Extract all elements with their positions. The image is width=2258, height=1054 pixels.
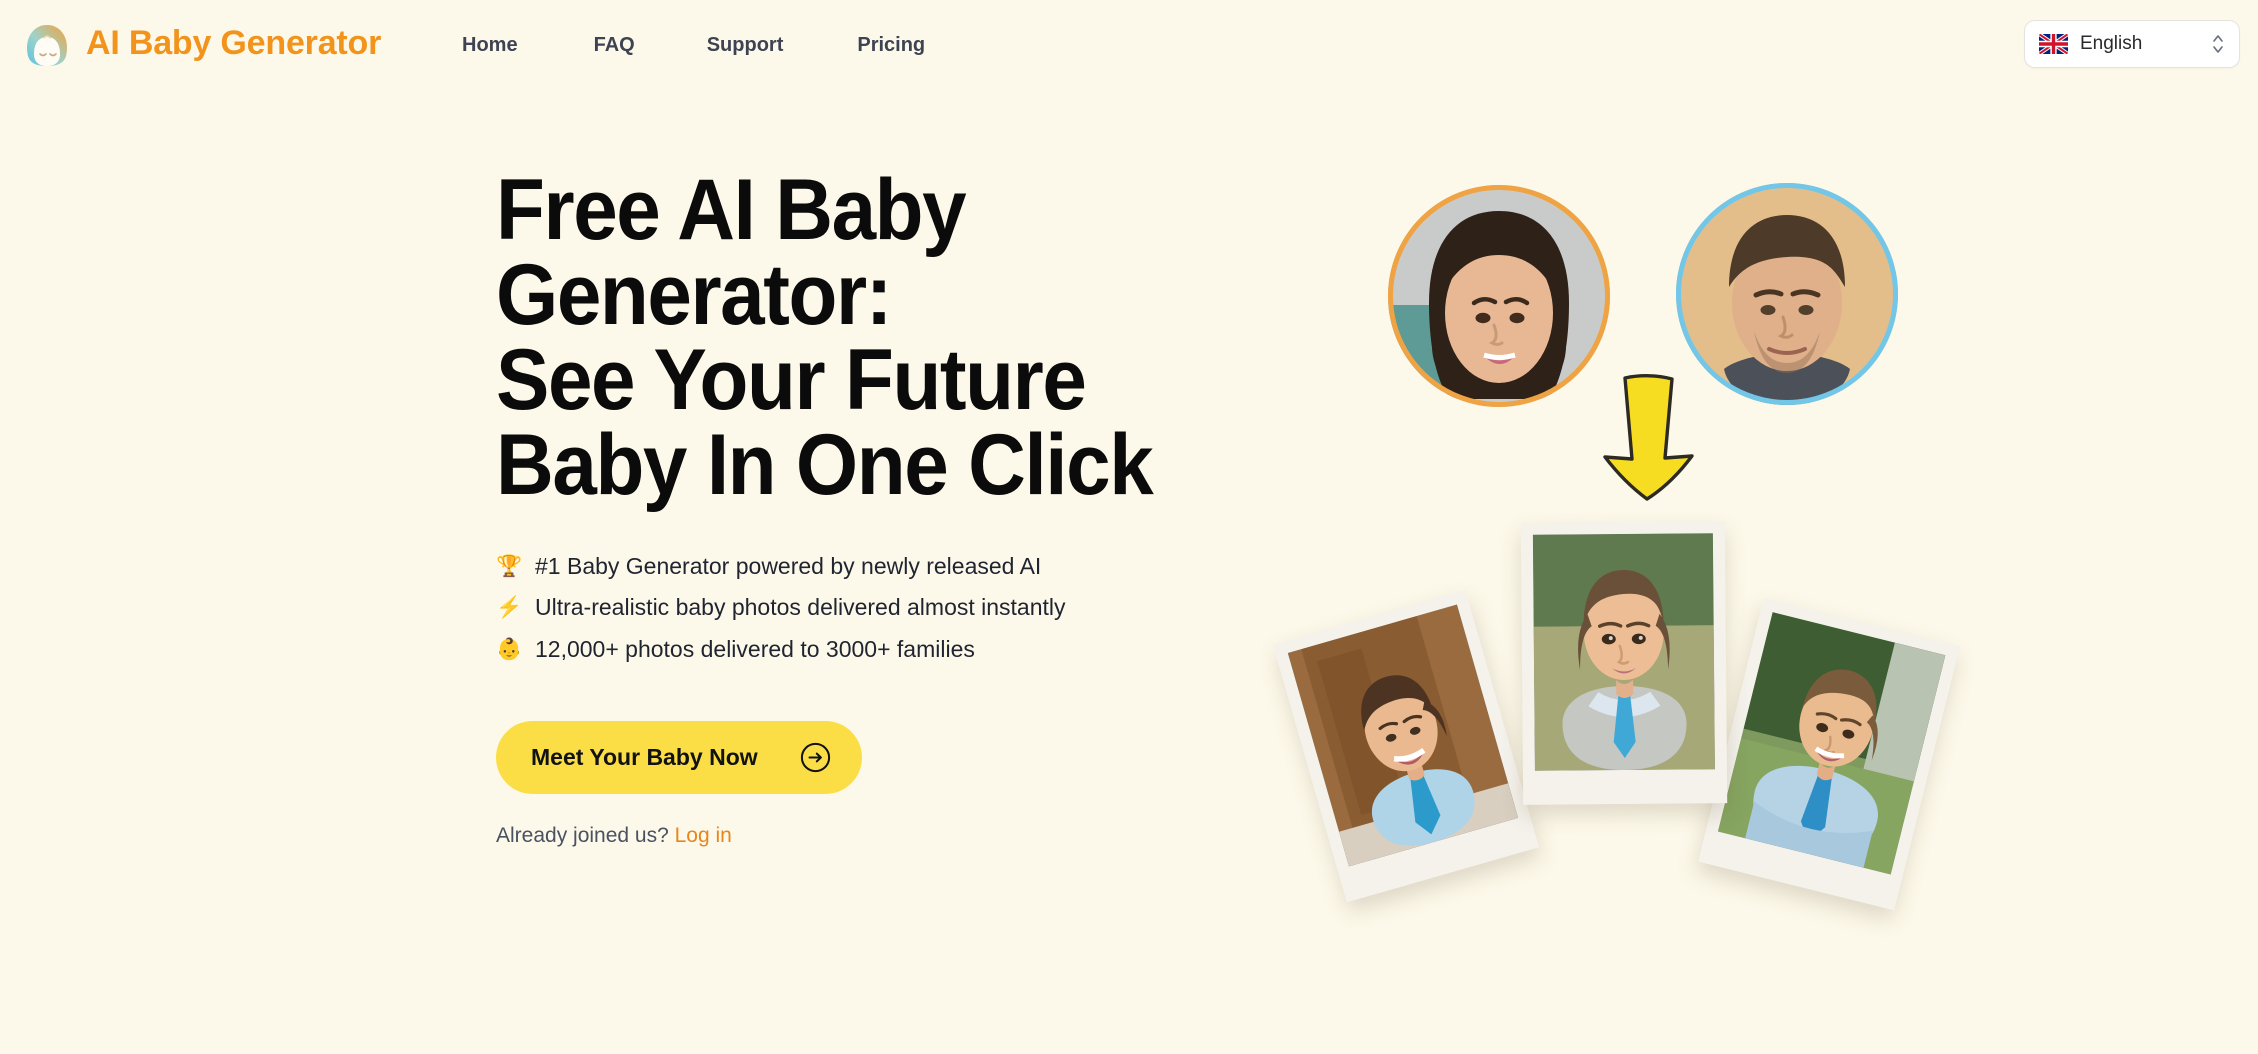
nav-item-support[interactable]: Support xyxy=(707,28,784,63)
login-link[interactable]: Log in xyxy=(675,824,732,847)
feature-list: 🏆 #1 Baby Generator powered by newly rel… xyxy=(496,553,1256,664)
login-prompt-row: Already joined us? Log in xyxy=(496,824,1256,848)
list-item: 👶 12,000+ photos delivered to 3000+ fami… xyxy=(496,636,1256,664)
login-prompt-text: Already joined us? xyxy=(496,824,669,848)
baby-head-icon xyxy=(18,14,76,72)
arrow-right-circle-icon xyxy=(800,742,831,773)
baby-photo-right xyxy=(1698,597,1960,911)
brand-logo-link[interactable]: AI Baby Generator xyxy=(18,14,381,72)
photo-image xyxy=(1287,604,1519,867)
language-label: English xyxy=(2080,33,2143,54)
photo-image xyxy=(1532,533,1715,771)
baby-photo-center xyxy=(1520,521,1728,805)
chevron-up-down-icon[interactable] xyxy=(2211,31,2225,57)
down-arrow-icon xyxy=(1595,368,1701,504)
cta-container: Meet Your Baby Now xyxy=(496,721,1256,795)
hero-illustration xyxy=(1272,150,2020,980)
brand-name: AI Baby Generator xyxy=(86,23,382,62)
hero-copy: Free AI Baby Generator: See Your Future … xyxy=(496,162,1256,848)
photo-image xyxy=(1717,612,1946,875)
nav-item-pricing[interactable]: Pricing xyxy=(857,28,925,63)
nav-item-faq[interactable]: FAQ xyxy=(594,28,635,63)
list-item: 🏆 #1 Baby Generator powered by newly rel… xyxy=(496,553,1256,581)
baby-icon: 👶 xyxy=(496,637,523,661)
language-selector[interactable]: English xyxy=(2024,20,2240,68)
list-item-label: Ultra-realistic baby photos delivered al… xyxy=(535,594,1066,621)
list-item: ⚡ Ultra-realistic baby photos delivered … xyxy=(496,594,1256,622)
site-header: AI Baby Generator Home FAQ Support Prici… xyxy=(0,0,2258,90)
lightning-icon: ⚡ xyxy=(496,596,523,620)
mother-portrait-ring xyxy=(1388,185,1610,407)
baby-photo-left xyxy=(1272,589,1540,903)
list-item-label: 12,000+ photos delivered to 3000+ famili… xyxy=(535,635,975,662)
page-title: Free AI Baby Generator: See Your Future … xyxy=(496,162,1154,514)
trophy-icon: 🏆 xyxy=(496,554,523,578)
nav-item-home[interactable]: Home xyxy=(462,28,518,63)
father-portrait-ring xyxy=(1676,183,1898,405)
list-item-label: #1 Baby Generator powered by newly relea… xyxy=(535,552,1042,579)
cta-label: Meet Your Baby Now xyxy=(531,744,758,771)
primary-nav: Home FAQ Support Pricing xyxy=(462,28,925,63)
meet-your-baby-button[interactable]: Meet Your Baby Now xyxy=(496,721,862,795)
uk-flag-icon xyxy=(2039,34,2068,54)
